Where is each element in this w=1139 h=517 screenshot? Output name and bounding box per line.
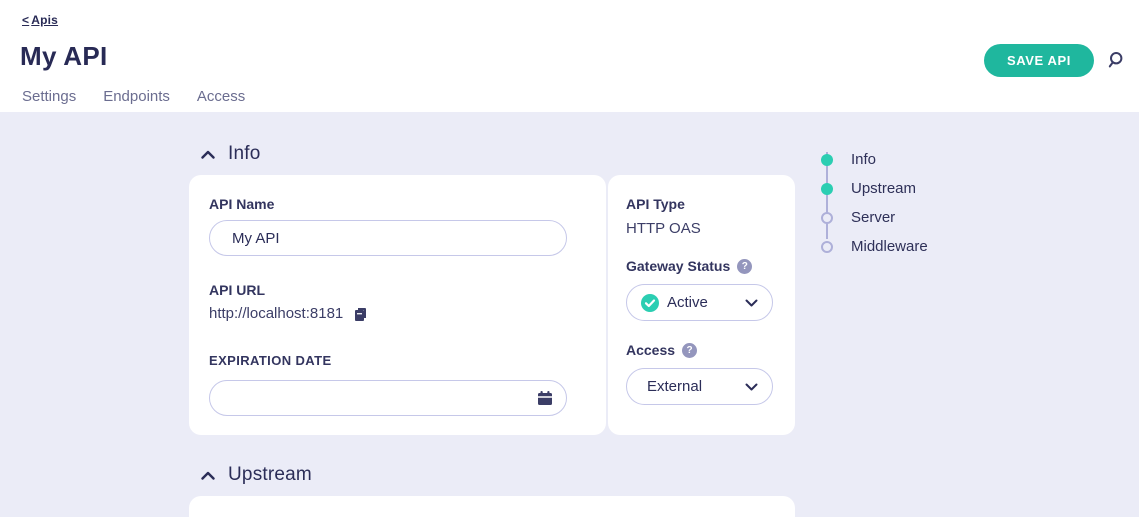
info-cards: API Name API URL http://localhost:8181 E… [189,175,795,435]
breadcrumb[interactable]: <Apis [22,13,58,27]
help-icon[interactable]: ? [737,259,752,274]
stepper-item-middleware[interactable]: Middleware [821,232,928,261]
api-type-label: API Type [626,196,777,212]
api-url-value: http://localhost:8181 [209,305,343,322]
api-url-label: API URL [209,282,586,298]
api-type-value: HTTP OAS [626,220,777,237]
breadcrumb-label: Apis [31,13,58,27]
api-name-input[interactable] [209,220,567,256]
chevron-up-icon [201,471,215,480]
gateway-status-label: Gateway Status [626,258,730,274]
step-dot [821,212,833,224]
access-select[interactable]: External [626,368,773,405]
step-label: Info [851,151,876,168]
tab-bar: Settings Endpoints Access [22,88,245,105]
search-icon[interactable] [1108,51,1126,69]
access-label: Access [626,342,675,358]
chevron-left-icon: < [22,13,29,27]
copy-icon[interactable] [353,305,369,322]
info-section-toggle[interactable]: Info [201,143,261,165]
page-title: My API [20,41,108,72]
upstream-card [189,496,795,517]
page-header: <Apis My API Settings Endpoints Access S… [0,0,1139,112]
tab-access[interactable]: Access [197,88,245,105]
stepper-item-info[interactable]: Info [821,145,928,174]
step-label: Server [851,209,895,226]
section-stepper: Info Upstream Server Middleware [821,145,928,261]
gateway-status-select[interactable]: Active [626,284,773,321]
step-label: Upstream [851,180,916,197]
upstream-section-heading: Upstream [228,464,312,486]
gateway-status-value: Active [667,294,737,311]
help-icon[interactable]: ? [682,343,697,358]
api-name-label: API Name [209,196,586,212]
info-card-right: API Type HTTP OAS Gateway Status ? Activ… [608,175,795,435]
stepper-item-upstream[interactable]: Upstream [821,174,928,203]
tab-settings[interactable]: Settings [22,88,76,105]
save-api-button[interactable]: SAVE API [984,44,1094,77]
stepper-item-server[interactable]: Server [821,203,928,232]
step-dot [821,154,833,166]
chevron-down-icon [745,383,758,391]
check-circle-icon [641,294,659,312]
chevron-up-icon [201,150,215,159]
step-label: Middleware [851,238,928,255]
step-dot [821,183,833,195]
tab-endpoints[interactable]: Endpoints [103,88,170,105]
calendar-icon[interactable] [537,390,553,406]
expiration-date-input[interactable] [209,380,567,416]
step-dot [821,241,833,253]
info-card-left: API Name API URL http://localhost:8181 E… [189,175,606,435]
expiration-date-label: EXPIRATION DATE [209,353,586,368]
info-section-heading: Info [228,143,261,165]
main-content: Info API Name API URL http://localhost:8… [0,112,1139,517]
upstream-section-toggle[interactable]: Upstream [201,464,312,486]
access-value: External [647,378,737,395]
chevron-down-icon [745,299,758,307]
